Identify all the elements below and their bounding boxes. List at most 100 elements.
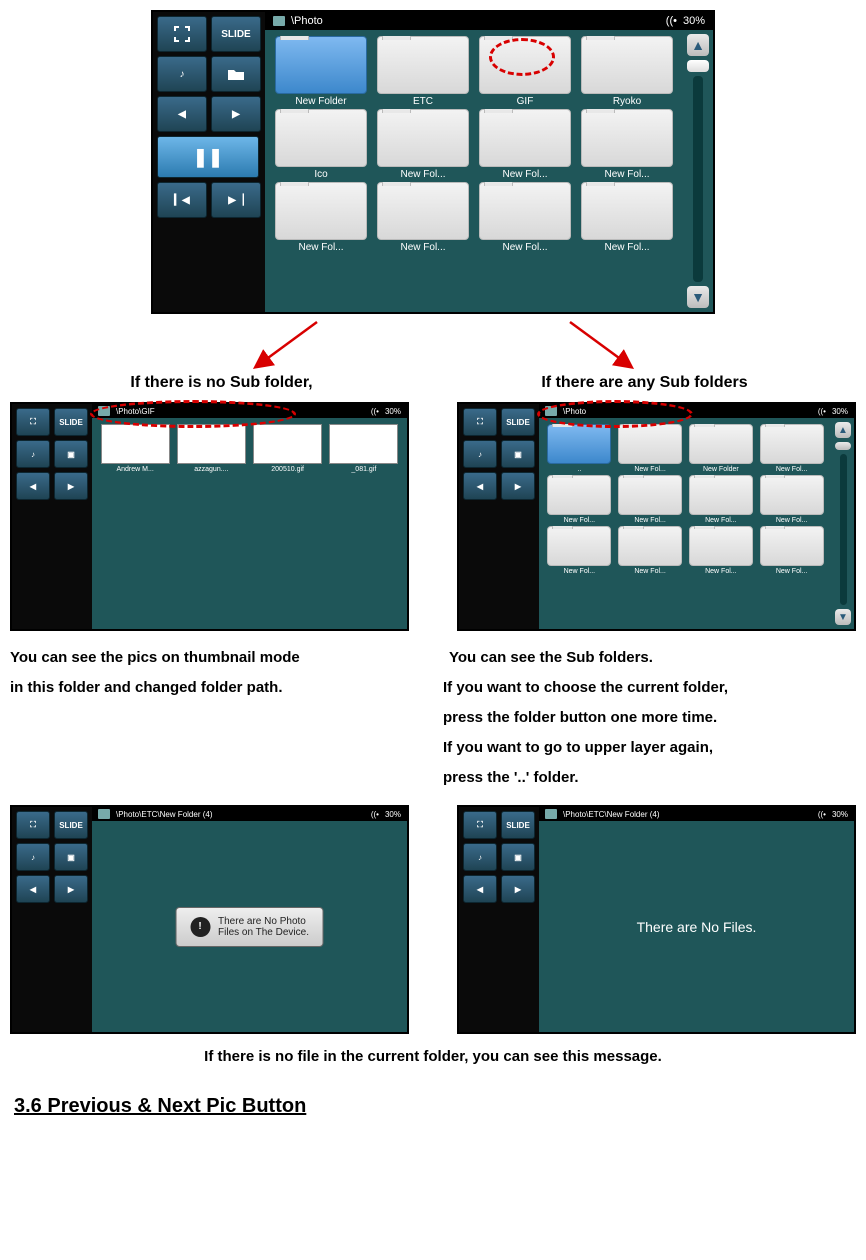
device-bottom-left: ⛶ SLIDE ♪ ▣ ◀ ▶ \Photo\ETC\New Folder (4… [10, 805, 409, 1034]
folder-icon [377, 109, 469, 167]
folder-item[interactable]: New Fol... [616, 475, 685, 524]
prev-button[interactable]: ◀ [463, 472, 497, 500]
caption-left: If there is no Sub folder, [10, 374, 433, 392]
footer-caption: If there is no file in the current folde… [10, 1048, 856, 1065]
prev-button[interactable]: ◀ [157, 96, 207, 132]
slide-button[interactable]: SLIDE [501, 408, 535, 436]
titlebar: \Photo ((• 30% [265, 12, 713, 30]
folder-item[interactable]: ETC [373, 36, 473, 107]
path-text: \Photo [291, 15, 323, 27]
folder-icon [760, 424, 824, 464]
folder-icon [479, 109, 571, 167]
scroll-up-button[interactable]: ▲ [687, 34, 709, 56]
music-button[interactable]: ♪ [16, 440, 50, 468]
prev-button[interactable]: ◀ [463, 875, 497, 903]
warning-icon: ! [190, 917, 210, 937]
folder-item[interactable]: New Fol... [616, 526, 685, 575]
folder-item[interactable]: New Fol... [373, 109, 473, 180]
thumbnail-image [177, 424, 246, 464]
device-bottom-right: ⛶ SLIDE ♪ ▣ ◀ ▶ \Photo\ETC\New Folder (4… [457, 805, 856, 1034]
folder-icon [581, 109, 673, 167]
next-button[interactable]: ▶ [54, 875, 88, 903]
prev-button[interactable]: ◀ [16, 875, 50, 903]
folder-icon [547, 424, 611, 464]
folder-item[interactable]: .. [545, 424, 614, 473]
path-folder-icon [545, 809, 557, 819]
folder-icon [275, 182, 367, 240]
thumbnail-item[interactable]: _081.gif [327, 424, 401, 473]
path-folder-icon [98, 809, 110, 819]
folder-item[interactable]: New Fol... [687, 475, 756, 524]
folder-item[interactable]: New Fol... [545, 526, 614, 575]
folder-label: New Fol... [298, 242, 343, 253]
folder-label: New Fol... [502, 242, 547, 253]
slide-button[interactable]: SLIDE [501, 811, 535, 839]
folder-item[interactable]: New Fol... [577, 109, 677, 180]
skip-next-button[interactable]: ▶▕ [211, 182, 261, 218]
music-button[interactable]: ♪ [16, 843, 50, 871]
path-text: \Photo\GIF [116, 407, 155, 416]
thumbnail-label: Andrew M... [116, 466, 153, 473]
folder-button[interactable]: ▣ [501, 440, 535, 468]
folder-icon [760, 526, 824, 566]
next-button[interactable]: ▶ [501, 875, 535, 903]
scroll-thumb[interactable] [687, 60, 709, 72]
folder-item[interactable]: GIF [475, 36, 575, 107]
folder-item[interactable]: New Fol... [757, 475, 826, 524]
fullscreen-button[interactable]: ⛶ [16, 408, 50, 436]
fullscreen-button[interactable]: ⛶ [16, 811, 50, 839]
slide-button[interactable]: SLIDE [211, 16, 261, 52]
slide-button[interactable]: SLIDE [54, 811, 88, 839]
fullscreen-button[interactable]: ⛶ [463, 408, 497, 436]
dialog-no-photo: ! There are No Photo Files on The Device… [175, 907, 324, 947]
folder-label: New Folder [295, 96, 346, 107]
thumbnail-item[interactable]: 200510.gif [251, 424, 325, 473]
thumbnail-item[interactable]: Andrew M... [98, 424, 172, 473]
thumbnail-item[interactable]: azzagun.... [174, 424, 248, 473]
folder-item[interactable]: New Fol... [545, 475, 614, 524]
folder-button[interactable]: ▣ [501, 843, 535, 871]
music-button[interactable]: ♪ [463, 440, 497, 468]
signal-icon: ((• [818, 407, 826, 416]
music-button[interactable]: ♪ [157, 56, 207, 92]
folder-icon [547, 475, 611, 515]
fullscreen-button[interactable] [157, 16, 207, 52]
folder-item[interactable]: New Fol... [757, 424, 826, 473]
path-text: \Photo\ETC\New Folder (4) [563, 810, 659, 819]
folder-label: New Fol... [400, 169, 445, 180]
folder-item[interactable]: New Fol... [577, 182, 677, 253]
folder-item[interactable]: New Fol... [373, 182, 473, 253]
prev-button[interactable]: ◀ [16, 472, 50, 500]
folder-label: New Fol... [776, 568, 808, 575]
folder-button[interactable]: ▣ [54, 843, 88, 871]
folder-item[interactable]: New Fol... [475, 182, 575, 253]
folder-label: New Fol... [564, 517, 596, 524]
folder-icon [618, 526, 682, 566]
folder-item[interactable]: New Folder [687, 424, 756, 473]
next-button[interactable]: ▶ [211, 96, 261, 132]
folder-item[interactable]: Ico [271, 109, 371, 180]
fullscreen-button[interactable]: ⛶ [463, 811, 497, 839]
skip-prev-button[interactable]: ▎◀ [157, 182, 207, 218]
scroll-down-button[interactable]: ▼ [687, 286, 709, 308]
folder-item[interactable]: New Fol... [687, 526, 756, 575]
pause-button[interactable]: ❚❚ [157, 136, 259, 178]
caption-right: If there are any Sub folders [433, 374, 856, 392]
slide-button[interactable]: SLIDE [54, 408, 88, 436]
folder-item[interactable]: Ryoko [577, 36, 677, 107]
scroll-up-button[interactable]: ▲ [835, 422, 851, 438]
folder-button[interactable]: ▣ [54, 440, 88, 468]
folder-item[interactable]: New Fol... [616, 424, 685, 473]
music-button[interactable]: ♪ [463, 843, 497, 871]
folder-button[interactable] [211, 56, 261, 92]
device-left: ⛶ SLIDE ♪ ▣ ◀ ▶ \Photo\GIF ((• [10, 402, 409, 631]
folder-item[interactable]: New Fol... [271, 182, 371, 253]
folder-item[interactable]: New Folder [271, 36, 371, 107]
next-button[interactable]: ▶ [54, 472, 88, 500]
folder-item[interactable]: New Fol... [475, 109, 575, 180]
scroll-thumb[interactable] [835, 442, 851, 450]
thumbnail-label: 200510.gif [271, 466, 304, 473]
scroll-down-button[interactable]: ▼ [835, 609, 851, 625]
next-button[interactable]: ▶ [501, 472, 535, 500]
folder-item[interactable]: New Fol... [757, 526, 826, 575]
